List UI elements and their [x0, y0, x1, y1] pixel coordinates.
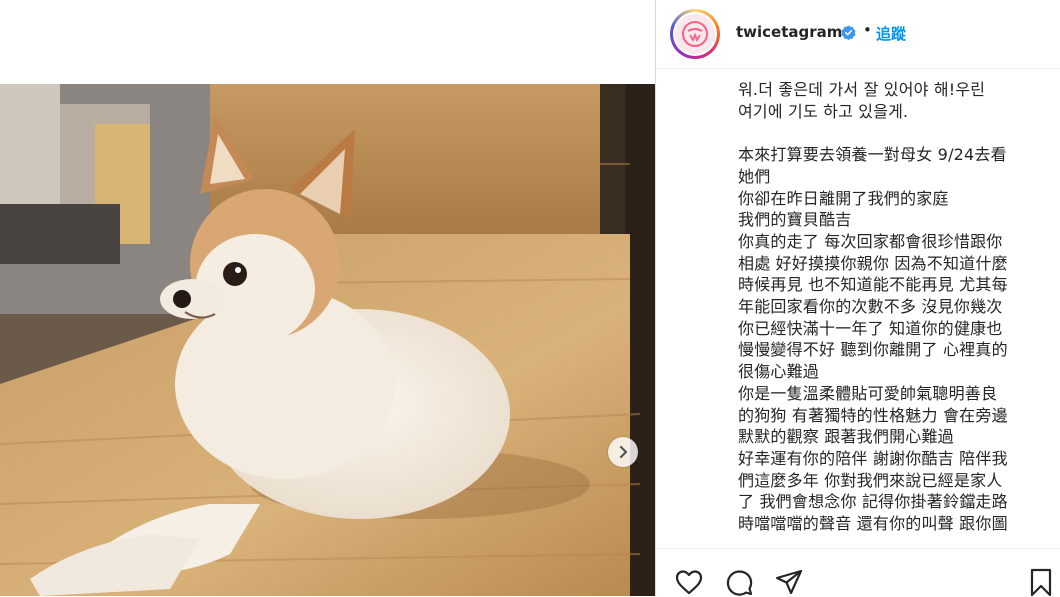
comment-icon[interactable]	[724, 567, 754, 597]
username-link[interactable]: twicetagram	[736, 23, 842, 41]
follow-button[interactable]: 追蹤	[876, 23, 906, 44]
dog-photo-image	[0, 84, 655, 596]
post-side-panel: twicetagram • 追蹤 워.더 좋은데 가서 잘 있어야 해!우린 여…	[656, 0, 1060, 597]
action-bar	[656, 548, 1060, 597]
top-blank-area	[0, 0, 655, 84]
avatar-core	[675, 14, 715, 54]
caption-scroll-area[interactable]: 워.더 좋은데 가서 잘 있어야 해!우린 여기에 기도 하고 있을게. 本來打…	[656, 69, 1060, 548]
separator-dot: •	[863, 21, 872, 39]
post-header: twicetagram • 追蹤	[656, 0, 1060, 69]
post-photo[interactable]	[0, 84, 655, 596]
chevron-right-icon	[619, 445, 628, 459]
heart-icon[interactable]	[674, 567, 704, 597]
bookmark-icon[interactable]	[1026, 567, 1056, 597]
verified-badge-icon	[841, 25, 856, 40]
avatar[interactable]	[670, 9, 720, 59]
share-icon[interactable]	[774, 567, 804, 597]
post-caption: 워.더 좋은데 가서 잘 있어야 해!우린 여기에 기도 하고 있을게. 本來打…	[738, 80, 1008, 534]
next-photo-button[interactable]	[608, 437, 638, 467]
avatar-ring-inner	[673, 12, 717, 56]
twice-logo-icon	[682, 21, 708, 47]
